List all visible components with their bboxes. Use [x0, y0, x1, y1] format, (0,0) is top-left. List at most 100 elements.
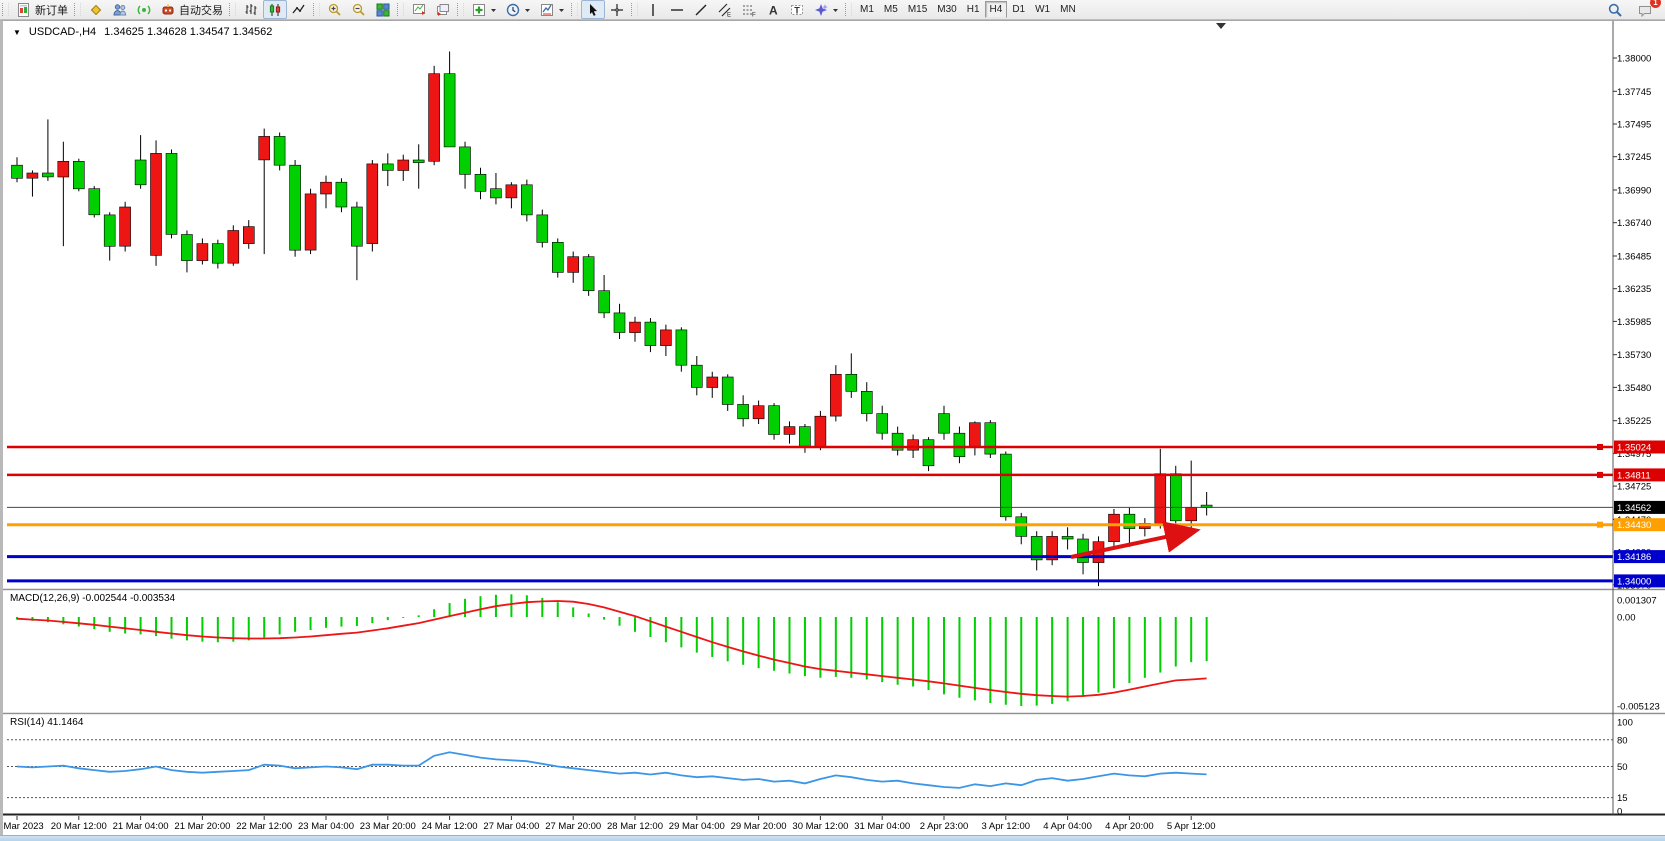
hline-handle[interactable] [1597, 444, 1603, 450]
timeframe-H4-button[interactable]: H4 [985, 1, 1008, 18]
toolbar-grip[interactable] [229, 3, 236, 16]
equidistant-channel-icon: E [717, 2, 733, 18]
zoom-in-icon [327, 2, 343, 18]
candle-body [552, 242, 563, 272]
horizontal-lines[interactable] [7, 444, 1613, 581]
candle-body [969, 423, 980, 448]
price-tick-label: 1.35730 [1617, 350, 1651, 361]
chart-title: ▼ USDCAD-,H4 1.34625 1.34628 1.34547 1.3… [13, 26, 272, 38]
toolbar-cursor-button[interactable] [581, 0, 605, 19]
chart-title-collapse-icon[interactable]: ▼ [13, 28, 21, 37]
toolbar-market-watch-button[interactable] [84, 0, 108, 19]
hline-handle[interactable] [1597, 522, 1603, 528]
toolbar-grip[interactable] [2, 3, 9, 16]
toolbar-grip[interactable] [845, 3, 852, 16]
candle-body [259, 136, 270, 160]
toolbar-grip[interactable] [74, 3, 81, 16]
price-tag-label: 1.35024 [1617, 443, 1651, 454]
candle-body [815, 416, 826, 446]
candle-body [166, 153, 177, 234]
rsi-axis-label: 100 [1617, 718, 1633, 729]
toolbar-fibonacci-button[interactable]: F [737, 0, 761, 19]
candle-body [645, 322, 656, 346]
toolbar-signals-button[interactable] [132, 0, 156, 19]
toolbar-period-clock-button[interactable] [501, 0, 535, 19]
shapes-icon [813, 2, 829, 18]
toolbar-template-button[interactable] [535, 0, 569, 19]
candle-body [691, 365, 702, 387]
candle-body [939, 414, 950, 434]
timeframe-H1-button[interactable]: H1 [962, 1, 985, 18]
toolbar-crosshair-button[interactable] [605, 0, 629, 19]
toolbar-line-chart-button[interactable] [287, 0, 311, 19]
timeframe-MN-button[interactable]: MN [1055, 1, 1081, 18]
candle-body [1186, 508, 1197, 521]
date-label: 30 Mar 12:00 [792, 821, 848, 832]
toolbar-text-label-button[interactable]: T [785, 0, 809, 19]
toolbar-vertical-line-button[interactable] [641, 0, 665, 19]
chevron-down-icon[interactable] [524, 2, 531, 18]
candle-body [73, 161, 84, 189]
toolbar-text-button[interactable]: A [761, 0, 785, 19]
timeframe-M30-button[interactable]: M30 [932, 1, 961, 18]
chart-canvas[interactable]: 1.380001.377451.374951.372451.369901.367… [3, 21, 1665, 837]
price-tick-label: 1.35985 [1617, 317, 1651, 328]
horizontal-line-icon [669, 2, 685, 18]
timeframe-M15-button[interactable]: M15 [903, 1, 932, 18]
toolbar-equidistant-channel-button[interactable]: E [713, 0, 737, 19]
toolbar-grip[interactable] [313, 3, 320, 16]
candle-body [305, 194, 316, 250]
hline-handle[interactable] [1597, 472, 1603, 478]
chart-shift-marker[interactable] [1216, 23, 1226, 29]
toolbar-cascade-button[interactable] [431, 0, 455, 19]
time-axis[interactable]: 19 Mar 202320 Mar 12:0021 Mar 04:0021 Ma… [3, 816, 1216, 832]
toolbar-shapes-button[interactable] [809, 0, 843, 19]
toolbar-new-order-button[interactable]: 新订单 [12, 0, 72, 19]
toolbar-grip[interactable] [631, 3, 638, 16]
toolbar-candle-chart-button[interactable] [263, 0, 287, 19]
candle-body [1170, 474, 1181, 521]
new-order-icon [16, 2, 32, 18]
candle-body [274, 136, 285, 165]
toolbar-tile-windows-button[interactable] [371, 0, 395, 19]
chevron-down-icon[interactable] [832, 2, 839, 18]
toolbar-data-window-button[interactable] [108, 0, 132, 19]
chart-window[interactable]: ▼ USDCAD-,H4 1.34625 1.34628 1.34547 1.3… [0, 20, 1665, 837]
toolbar-grip[interactable] [571, 3, 578, 16]
chevron-down-icon[interactable] [490, 2, 497, 18]
candle-body [460, 147, 471, 175]
candle-body [89, 189, 100, 215]
toolbar-add-indicator-button[interactable] [467, 0, 501, 19]
toolbar-bar-chart-button[interactable] [239, 0, 263, 19]
candle-chart-icon [267, 2, 283, 18]
svg-text:T: T [794, 5, 800, 15]
candle-body [846, 374, 857, 391]
toolbar-chat-button[interactable]: 1 [1633, 0, 1657, 19]
candle-body [1109, 514, 1120, 542]
candle-body [1016, 517, 1027, 537]
rsi-axis-label: 50 [1617, 762, 1628, 773]
price-tag-label: 1.34811 [1617, 470, 1651, 481]
macd-pane [17, 594, 1207, 706]
timeframe-M5-button[interactable]: M5 [879, 1, 903, 18]
toolbar-zoom-out-button[interactable] [347, 0, 371, 19]
timeframe-M1-button[interactable]: M1 [855, 1, 879, 18]
candle-body [197, 244, 208, 261]
price-tag-label: 1.34186 [1617, 552, 1651, 563]
price-tag-label: 1.34000 [1617, 576, 1651, 587]
timeframe-D1-button[interactable]: D1 [1007, 1, 1030, 18]
toolbar-horizontal-line-button[interactable] [665, 0, 689, 19]
chevron-down-icon[interactable] [558, 2, 565, 18]
toolbar-trendline-button[interactable] [689, 0, 713, 19]
timeframe-W1-button[interactable]: W1 [1030, 1, 1055, 18]
toolbar-auto-arrange-button[interactable] [407, 0, 431, 19]
auto-arrange-icon [411, 2, 427, 18]
fibonacci-icon: F [741, 2, 757, 18]
svg-text:E: E [727, 12, 731, 18]
toolbar-autotrade-button[interactable]: 自动交易 [156, 0, 227, 19]
toolbar-grip[interactable] [457, 3, 464, 16]
toolbar-grip[interactable] [397, 3, 404, 16]
toolbar-search-button[interactable] [1603, 0, 1627, 19]
toolbar-zoom-in-button[interactable] [323, 0, 347, 19]
date-label: 21 Mar 20:00 [174, 821, 230, 832]
